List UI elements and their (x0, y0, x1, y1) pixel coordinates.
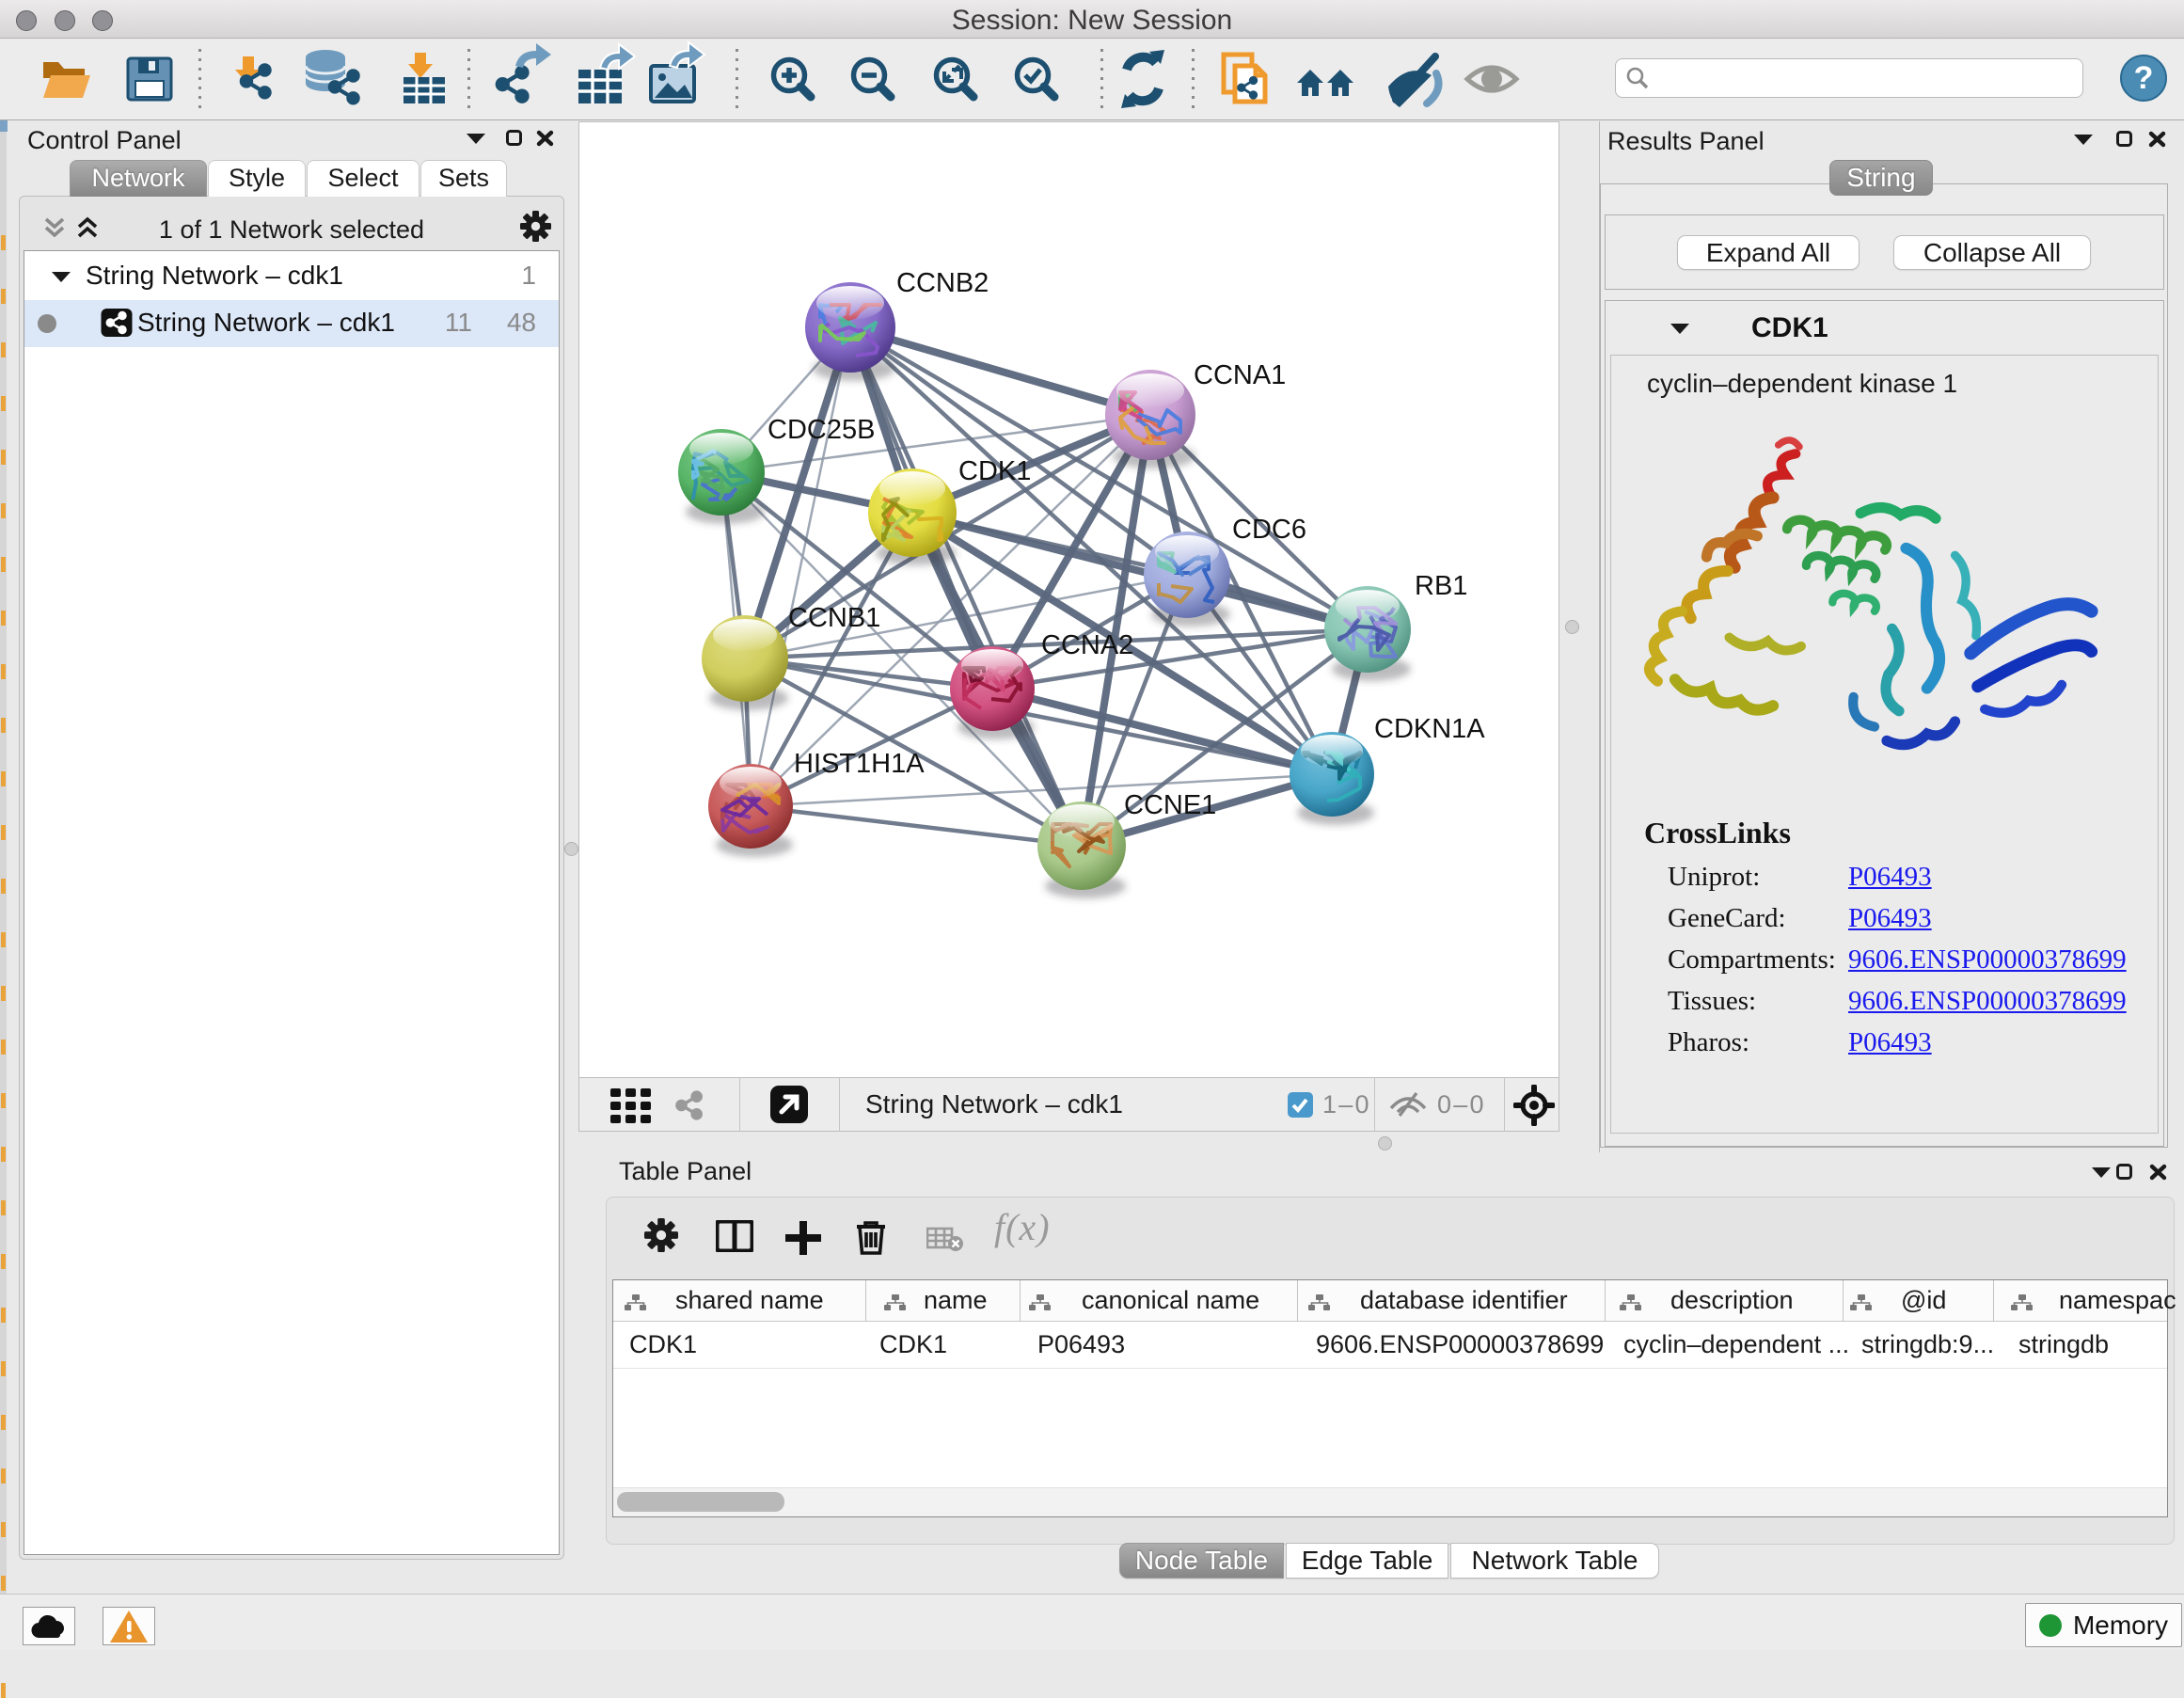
svg-text:CDC6: CDC6 (1232, 515, 1306, 545)
svg-text:CCNA2: CCNA2 (1041, 630, 1133, 660)
svg-text:CDKN1A: CDKN1A (1374, 714, 1485, 744)
svg-text:CCNB1: CCNB1 (788, 603, 880, 633)
svg-text:CCNA1: CCNA1 (1194, 360, 1286, 390)
svg-text:CCNB2: CCNB2 (896, 268, 989, 298)
svg-text:HIST1H1A: HIST1H1A (794, 749, 925, 779)
svg-text:CDK1: CDK1 (958, 456, 1031, 486)
svg-text:RB1: RB1 (1415, 571, 1467, 601)
svg-text:CDC25B: CDC25B (768, 415, 875, 445)
svg-text:?: ? (2134, 60, 2154, 96)
svg-text:CCNE1: CCNE1 (1124, 790, 1216, 820)
